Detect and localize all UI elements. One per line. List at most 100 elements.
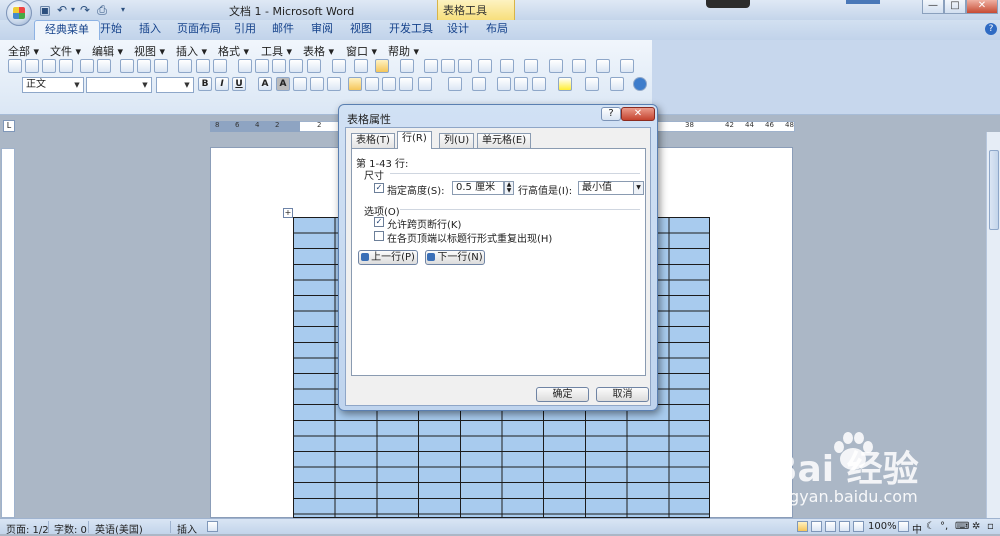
close-button[interactable]: ✕: [966, 0, 998, 14]
cancel-button[interactable]: 取消: [596, 387, 649, 402]
menu-view[interactable]: 视图 ▾: [134, 43, 165, 59]
align-center-icon[interactable]: [365, 77, 379, 91]
menu-all[interactable]: 全部 ▾: [8, 43, 39, 59]
tab-page-layout[interactable]: 页面布局: [167, 20, 231, 40]
highlight-tb-icon[interactable]: [596, 59, 610, 73]
tab-cell[interactable]: 单元格(E): [477, 133, 532, 148]
refresh-icon[interactable]: [572, 59, 586, 73]
numbering-icon[interactable]: [448, 77, 462, 91]
tab-view[interactable]: 视图: [340, 20, 382, 40]
minimize-button[interactable]: —: [922, 0, 944, 14]
tab-home[interactable]: 开始: [90, 20, 132, 40]
menu-insert[interactable]: 插入 ▾: [176, 43, 207, 59]
menu-file[interactable]: 文件 ▾: [50, 43, 81, 59]
text-effects-icon[interactable]: [610, 77, 624, 91]
increase-indent-icon[interactable]: [514, 77, 528, 91]
underline-button[interactable]: U: [232, 77, 246, 91]
dialog-close-button[interactable]: ✕: [621, 107, 655, 121]
style-combo[interactable]: 正文 ▼: [22, 77, 84, 93]
email-icon[interactable]: [80, 59, 94, 73]
char-shading-button[interactable]: A: [276, 77, 290, 91]
char-border-button[interactable]: A: [258, 77, 272, 91]
vertical-ruler[interactable]: [1, 148, 15, 518]
macro-record-icon[interactable]: [207, 521, 218, 532]
permission-icon[interactable]: [59, 59, 73, 73]
print-icon[interactable]: [97, 59, 111, 73]
tab-column[interactable]: 列(U): [439, 133, 475, 148]
cut-icon[interactable]: [238, 59, 252, 73]
tab-design[interactable]: 设计: [437, 20, 479, 40]
row-height-rule-select[interactable]: 最小值 ▼: [578, 181, 644, 195]
show-hide-icon[interactable]: [524, 59, 538, 73]
help-icon[interactable]: ?: [985, 23, 997, 35]
tab-insert[interactable]: 插入: [129, 20, 171, 40]
zoom-level[interactable]: 100%: [868, 521, 897, 532]
tab-references[interactable]: 引用: [224, 20, 266, 40]
research-icon[interactable]: [154, 59, 168, 73]
previous-row-button[interactable]: 上一行(P): [358, 250, 418, 265]
office-button[interactable]: [6, 0, 32, 26]
print-layout-view-icon[interactable]: [797, 521, 808, 532]
align-left-icon[interactable]: [348, 77, 362, 91]
scale-icon[interactable]: [293, 77, 307, 91]
font-combo[interactable]: ▼: [86, 77, 152, 93]
row-height-spinner[interactable]: ▲ ▼: [504, 181, 514, 195]
tab-review[interactable]: 审阅: [301, 20, 343, 40]
menu-table[interactable]: 表格 ▾: [303, 43, 334, 59]
maximize-button[interactable]: □: [944, 0, 966, 14]
scrollbar-thumb[interactable]: [989, 150, 999, 230]
save-icon[interactable]: ▣: [38, 3, 52, 17]
tables-borders-icon[interactable]: [375, 59, 389, 73]
highlight-color-icon[interactable]: [558, 77, 572, 91]
punctuation-icon[interactable]: °,: [940, 521, 948, 532]
print-preview-icon[interactable]: ⎙: [95, 3, 109, 17]
sort-icon[interactable]: [532, 77, 546, 91]
phonetic-icon[interactable]: [310, 77, 324, 91]
menu-tools[interactable]: 工具 ▾: [261, 43, 292, 59]
align-right-icon[interactable]: [382, 77, 396, 91]
help-tb-icon[interactable]: [633, 77, 647, 91]
font-color-icon[interactable]: [585, 77, 599, 91]
doc-map-icon[interactable]: [478, 59, 492, 73]
specify-height-checkbox[interactable]: ✓: [374, 183, 384, 193]
ok-button[interactable]: 确定: [536, 387, 589, 402]
insert-excel-icon[interactable]: [424, 59, 438, 73]
row-height-input[interactable]: 0.5 厘米: [452, 181, 504, 195]
bullets-icon[interactable]: [472, 77, 486, 91]
ime-menu-icon[interactable]: ▫: [987, 521, 994, 532]
allow-break-checkbox[interactable]: ✓: [374, 217, 384, 227]
insert-table-icon[interactable]: [400, 59, 414, 73]
zoom-icon[interactable]: [500, 59, 514, 73]
print-preview-tb-icon[interactable]: [120, 59, 134, 73]
paste-icon[interactable]: [272, 59, 286, 73]
next-row-button[interactable]: 下一行(N): [425, 250, 485, 265]
open-icon[interactable]: [25, 59, 39, 73]
redo-icon[interactable]: ↷: [78, 3, 92, 17]
enclose-char-icon[interactable]: [327, 77, 341, 91]
decrease-indent-icon[interactable]: [497, 77, 511, 91]
dialog-help-button[interactable]: ?: [601, 107, 621, 121]
tab-stop-selector[interactable]: L: [3, 120, 15, 132]
customize-qat-icon[interactable]: ▾: [116, 3, 130, 17]
menu-edit[interactable]: 编辑 ▾: [92, 43, 123, 59]
menu-help[interactable]: 帮助 ▾: [388, 43, 419, 59]
redo-tb-icon[interactable]: [332, 59, 346, 73]
undo-tb-icon[interactable]: [307, 59, 321, 73]
hyperlink-icon[interactable]: [354, 59, 368, 73]
format-painter-icon[interactable]: [289, 59, 303, 73]
more-options-icon[interactable]: [620, 59, 634, 73]
ime-settings-icon[interactable]: ✲: [972, 521, 980, 532]
word-count-icon[interactable]: [213, 59, 227, 73]
italic-button[interactable]: I: [215, 77, 229, 91]
new-doc-icon[interactable]: [8, 59, 22, 73]
translate-icon[interactable]: [196, 59, 210, 73]
font-size-combo[interactable]: ▼: [156, 77, 194, 93]
moon-icon[interactable]: ☾: [926, 521, 935, 532]
draft-view-icon[interactable]: [853, 521, 864, 532]
line-spacing-icon[interactable]: [418, 77, 432, 91]
thesaurus-icon[interactable]: [178, 59, 192, 73]
bold-button[interactable]: B: [198, 77, 212, 91]
save-tb-icon[interactable]: [42, 59, 56, 73]
folder-icon[interactable]: [549, 59, 563, 73]
table-move-handle-icon[interactable]: +: [283, 208, 293, 218]
